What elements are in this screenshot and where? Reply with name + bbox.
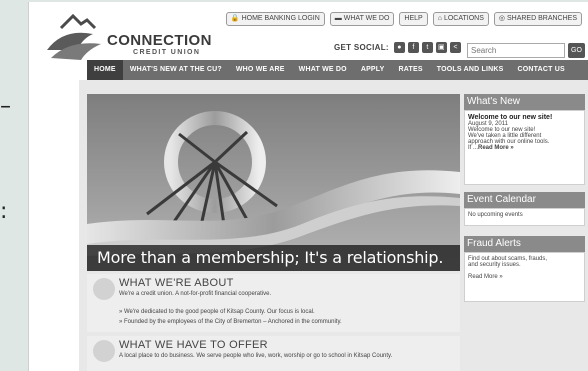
whats-new-title[interactable]: Welcome to our new site! bbox=[468, 114, 581, 121]
chat-icon: ▬ bbox=[334, 15, 342, 22]
rss-icon[interactable]: ▣ bbox=[435, 42, 447, 53]
shared-branches-link[interactable]: ◎ SHARED BRANCHES bbox=[493, 12, 582, 26]
search-input[interactable] bbox=[467, 43, 565, 58]
event-calendar-body: No upcoming events bbox=[464, 208, 585, 226]
home-banking-login-link[interactable]: 🔒 HOME BANKING LOGIN bbox=[225, 12, 325, 26]
mountain-logo-icon bbox=[47, 13, 101, 60]
about-bullet: » We're dedicated to the good people of … bbox=[119, 309, 315, 315]
logo-subtitle: CREDIT UNION bbox=[133, 49, 201, 56]
search-go-button[interactable]: GO bbox=[568, 43, 585, 58]
main-nav: HOME WHAT'S NEW AT THE CU? WHO WE ARE WH… bbox=[87, 60, 588, 80]
utility-links: 🔒 HOME BANKING LOGIN ▬ WHAT WE DO HELP ⌂ LO… bbox=[225, 12, 582, 26]
utility-label: LOCATIONS bbox=[443, 15, 484, 22]
nav-tools-and-links[interactable]: TOOLS AND LINKS bbox=[430, 60, 511, 80]
fraud-read-more-link[interactable]: Read More » bbox=[468, 274, 581, 280]
social-label: GET SOCIAL: bbox=[334, 43, 389, 52]
nav-contact-us[interactable]: CONTACT US bbox=[511, 60, 572, 80]
what-we-do-link[interactable]: ▬ WHAT WE DO bbox=[329, 12, 395, 26]
share-icon[interactable]: < bbox=[449, 42, 461, 53]
help-link[interactable]: HELP bbox=[399, 12, 428, 26]
twitter-icon[interactable]: t bbox=[421, 42, 433, 53]
hero-tagline: More than a membership; It's a relations… bbox=[87, 245, 460, 271]
nav-whats-new[interactable]: WHAT'S NEW AT THE CU? bbox=[123, 60, 229, 80]
fraud-alerts-line: and security issues. bbox=[468, 262, 521, 268]
read-more-link[interactable]: Read More » bbox=[478, 145, 514, 151]
utility-label: SHARED BRANCHES bbox=[506, 15, 577, 22]
whats-new-body: Welcome to our new site! August 9, 2011 … bbox=[464, 110, 585, 185]
nav-who-we-are[interactable]: WHO WE ARE bbox=[229, 60, 292, 80]
umbrella-icon bbox=[93, 340, 115, 362]
nav-apply[interactable]: APPLY bbox=[354, 60, 392, 80]
logo[interactable]: CONNECTION CREDIT UNION bbox=[43, 10, 243, 66]
utility-label: HELP bbox=[404, 15, 423, 22]
utility-label: HOME BANKING LOGIN bbox=[241, 15, 320, 22]
utility-label: WHAT WE DO bbox=[343, 15, 390, 22]
event-calendar-heading: Event Calendar bbox=[464, 192, 585, 208]
nav-home[interactable]: HOME bbox=[87, 60, 123, 80]
about-heading: WHAT WE'RE ABOUT bbox=[119, 277, 234, 289]
offer-heading: WHAT WE HAVE TO OFFER bbox=[119, 339, 268, 351]
event-calendar-box: Event Calendar No upcoming events bbox=[464, 192, 585, 226]
whats-new-line: If ... bbox=[468, 145, 479, 151]
about-description: We're a credit union. A not-for-profit f… bbox=[119, 291, 272, 297]
branch-icon: ◎ bbox=[498, 15, 505, 22]
offer-section: WHAT WE HAVE TO OFFER A local place to d… bbox=[87, 336, 460, 371]
home-icon: ⌂ bbox=[437, 15, 442, 22]
fraud-alerts-heading: Fraud Alerts bbox=[464, 236, 585, 252]
whats-new-box: What's New Welcome to our new site! Augu… bbox=[464, 94, 585, 185]
locations-link[interactable]: ⌂ LOCATIONS bbox=[432, 12, 489, 26]
about-bullet: » Founded by the employees of the City o… bbox=[119, 319, 342, 325]
nav-rates[interactable]: RATES bbox=[392, 60, 430, 80]
lock-icon: 🔒 bbox=[230, 15, 240, 22]
chat-icon[interactable]: ● bbox=[393, 42, 405, 53]
website-screenshot: CONNECTION CREDIT UNION 🔒 HOME BANKING LO… bbox=[28, 2, 588, 371]
hexagon-icon bbox=[93, 278, 115, 300]
background-colon: : bbox=[0, 199, 8, 224]
background-dash: – bbox=[0, 94, 11, 119]
facebook-icon[interactable]: f bbox=[407, 42, 419, 53]
social-links: GET SOCIAL: ● f t ▣ < bbox=[334, 42, 461, 53]
nav-what-we-do[interactable]: WHAT WE DO bbox=[292, 60, 354, 80]
about-section: WHAT WE'RE ABOUT We're a credit union. A… bbox=[87, 274, 460, 332]
fraud-alerts-box: Fraud Alerts Find out about scams, fraud… bbox=[464, 236, 585, 302]
whats-new-heading: What's New bbox=[464, 94, 585, 110]
fraud-alerts-body: Find out about scams, frauds, and securi… bbox=[464, 252, 585, 302]
offer-description: A local place to do business. We serve p… bbox=[119, 353, 393, 359]
logo-name: CONNECTION bbox=[107, 32, 212, 49]
